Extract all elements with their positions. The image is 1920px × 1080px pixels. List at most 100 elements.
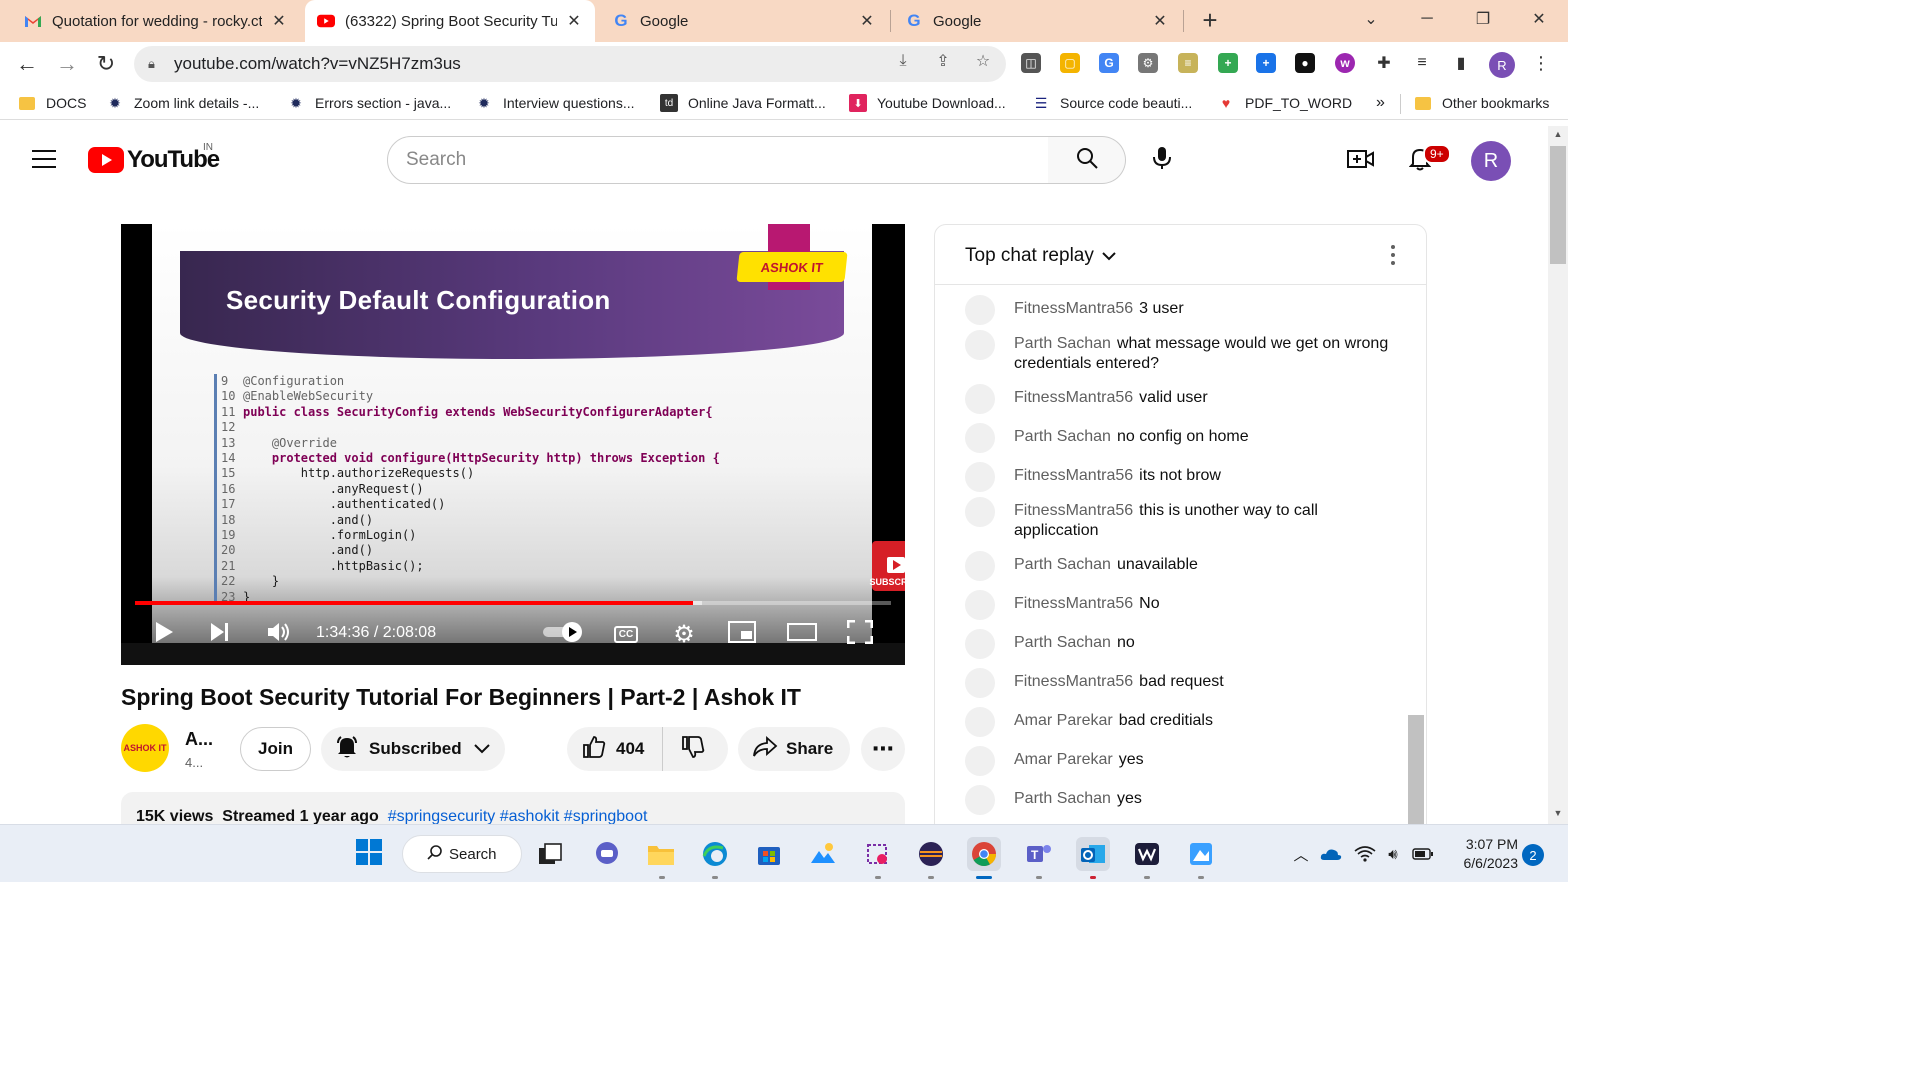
chat-author-avatar[interactable]	[965, 551, 995, 581]
bookmark-zoom[interactable]: ✹ Zoom link details -...	[106, 93, 259, 113]
scroll-up-arrow-icon[interactable]: ▲	[1553, 129, 1563, 139]
extension-icon[interactable]: +	[1256, 53, 1276, 73]
chat-author-name[interactable]: Parth Sachan	[1014, 428, 1111, 445]
chat-author-name[interactable]: FitnessMantra56	[1014, 595, 1133, 612]
show-hidden-icons-chevron-icon[interactable]: ︿	[1290, 843, 1312, 865]
close-tab-icon[interactable]: ✕	[565, 11, 583, 31]
bookmark-star-icon[interactable]: ☆	[972, 50, 994, 72]
more-actions-button[interactable]: ⋯	[861, 727, 905, 771]
chat-author-avatar[interactable]	[965, 423, 995, 453]
share-button[interactable]: Share	[738, 727, 850, 771]
theater-mode-button[interactable]	[786, 620, 818, 648]
chat-message[interactable]: Amar Parekar yes	[965, 746, 1405, 776]
chat-author-name[interactable]: FitnessMantra56	[1014, 389, 1133, 406]
account-avatar[interactable]: R	[1471, 141, 1511, 181]
notification-center-badge[interactable]: 2	[1522, 844, 1544, 866]
chat-more-icon[interactable]	[1383, 243, 1403, 267]
hashtags[interactable]: #springsecurity #ashokit #springboot	[388, 808, 648, 824]
snipping-tool-icon[interactable]	[860, 837, 894, 871]
chat-author-avatar[interactable]	[965, 707, 995, 737]
taskbar-clock[interactable]: 3:07 PM 6/6/2023	[1452, 835, 1519, 873]
extension-icon[interactable]: ◫	[1021, 53, 1041, 73]
chat-author-name[interactable]: Parth Sachan	[1014, 790, 1111, 807]
bookmark-docs[interactable]: DOCS	[18, 93, 86, 113]
chat-message[interactable]: Parth Sachan unavailable	[965, 551, 1405, 581]
restore-button[interactable]: ❐	[1470, 6, 1496, 32]
speaker-icon[interactable]: 🔊︎	[1382, 843, 1404, 865]
chat-author-avatar[interactable]	[965, 497, 995, 527]
create-button[interactable]	[1344, 144, 1378, 178]
new-tab-button[interactable]: +	[1198, 6, 1222, 36]
extensions-puzzle-icon[interactable]: ✚	[1373, 52, 1395, 74]
browser-tab-0[interactable]: Quotation for wedding - rocky.ct ✕	[12, 0, 300, 42]
extension-icon[interactable]: +	[1218, 53, 1238, 73]
teams-app-icon[interactable]: T	[1022, 837, 1056, 871]
bookmark-source-code[interactable]: ☰ Source code beauti...	[1032, 93, 1193, 113]
menu-kebab-icon[interactable]: ⋮	[1530, 52, 1552, 74]
chat-author-name[interactable]: Parth Sachan	[1014, 335, 1111, 352]
task-view-icon[interactable]	[533, 837, 567, 871]
close-window-button[interactable]: ✕	[1526, 6, 1552, 32]
taskbar-search[interactable]: Search	[402, 835, 522, 873]
edge-browser-icon[interactable]	[698, 837, 732, 871]
address-bar[interactable]: 🔒︎ youtube.com/watch?v=vNZ5H7zm3us	[134, 46, 1006, 82]
page-scrollbar-thumb[interactable]	[1550, 146, 1566, 264]
like-button[interactable]: 404	[567, 727, 663, 771]
channel-avatar[interactable]: ASHOK IT	[121, 724, 169, 772]
outlook-app-icon[interactable]	[1076, 837, 1110, 871]
minimize-button[interactable]: ─	[1414, 6, 1440, 32]
file-explorer-icon[interactable]	[644, 837, 678, 871]
dislike-button[interactable]	[663, 727, 723, 771]
forward-button[interactable]: →	[53, 50, 81, 78]
youtube-logo[interactable]: YouTube IN	[88, 142, 220, 174]
bookmark-youtube-download[interactable]: ⬇ Youtube Download...	[849, 93, 1006, 113]
fullscreen-button[interactable]	[845, 619, 875, 648]
chrome-browser-icon[interactable]	[967, 837, 1001, 871]
battery-icon[interactable]	[1412, 843, 1434, 865]
settings-button[interactable]: ⚙	[669, 620, 699, 648]
chat-author-name[interactable]: FitnessMantra56	[1014, 673, 1133, 690]
profile-avatar[interactable]: R	[1489, 52, 1515, 78]
paint-app-icon[interactable]	[1184, 837, 1218, 871]
chat-author-avatar[interactable]	[965, 668, 995, 698]
chat-message[interactable]: FitnessMantra56 No	[965, 590, 1405, 620]
chat-app-icon[interactable]	[590, 837, 624, 871]
next-button[interactable]	[207, 620, 233, 648]
chat-mode-dropdown[interactable]: Top chat replay	[965, 245, 1116, 267]
chat-author-name[interactable]: Amar Parekar	[1014, 751, 1113, 768]
chat-author-name[interactable]: Parth Sachan	[1014, 634, 1111, 651]
scroll-down-arrow-icon[interactable]: ▼	[1553, 808, 1563, 818]
bookmarks-overflow-button[interactable]: »	[1376, 93, 1385, 113]
chat-message[interactable]: Parth Sachan yes	[965, 785, 1405, 815]
chat-author-avatar[interactable]	[965, 785, 995, 815]
other-bookmarks[interactable]: Other bookmarks	[1414, 93, 1549, 113]
progress-bar[interactable]	[135, 601, 891, 605]
chat-author-name[interactable]: FitnessMantra56	[1014, 502, 1133, 519]
eclipse-ide-icon[interactable]	[914, 837, 948, 871]
chat-scrollbar[interactable]	[1408, 715, 1424, 824]
chat-author-avatar[interactable]	[965, 384, 995, 414]
join-button[interactable]: Join	[240, 727, 311, 771]
miniplayer-button[interactable]	[727, 620, 757, 648]
wifi-icon[interactable]	[1354, 843, 1376, 865]
play-button[interactable]	[151, 620, 177, 648]
chat-author-avatar[interactable]	[965, 629, 995, 659]
extension-icon[interactable]: ≡	[1178, 53, 1198, 73]
share-page-icon[interactable]: ⇪	[932, 50, 954, 72]
page-scrollbar[interactable]: ▲ ▼	[1548, 126, 1568, 824]
mute-button[interactable]	[265, 620, 293, 648]
chat-author-avatar[interactable]	[965, 462, 995, 492]
browser-tab-1[interactable]: (63322) Spring Boot Security Tuto ✕	[305, 0, 595, 42]
description-box[interactable]: 15K views Streamed 1 year ago #springsec…	[121, 792, 905, 824]
media-controls-icon[interactable]: ≡	[1411, 52, 1433, 74]
chat-author-avatar[interactable]	[965, 330, 995, 360]
chat-message[interactable]: FitnessMantra56 its not brow	[965, 462, 1405, 492]
chat-author-avatar[interactable]	[965, 295, 995, 325]
back-button[interactable]: ←	[13, 50, 41, 78]
voice-search-button[interactable]	[1142, 140, 1182, 180]
whiteboard-app-icon[interactable]	[1130, 837, 1164, 871]
chat-message[interactable]: FitnessMantra56 bad request	[965, 668, 1405, 698]
chat-message[interactable]: Amar Parekar bad creditials	[965, 707, 1405, 737]
browser-tab-2[interactable]: G Google ✕	[600, 0, 888, 42]
reload-button[interactable]: ↻	[92, 50, 120, 78]
